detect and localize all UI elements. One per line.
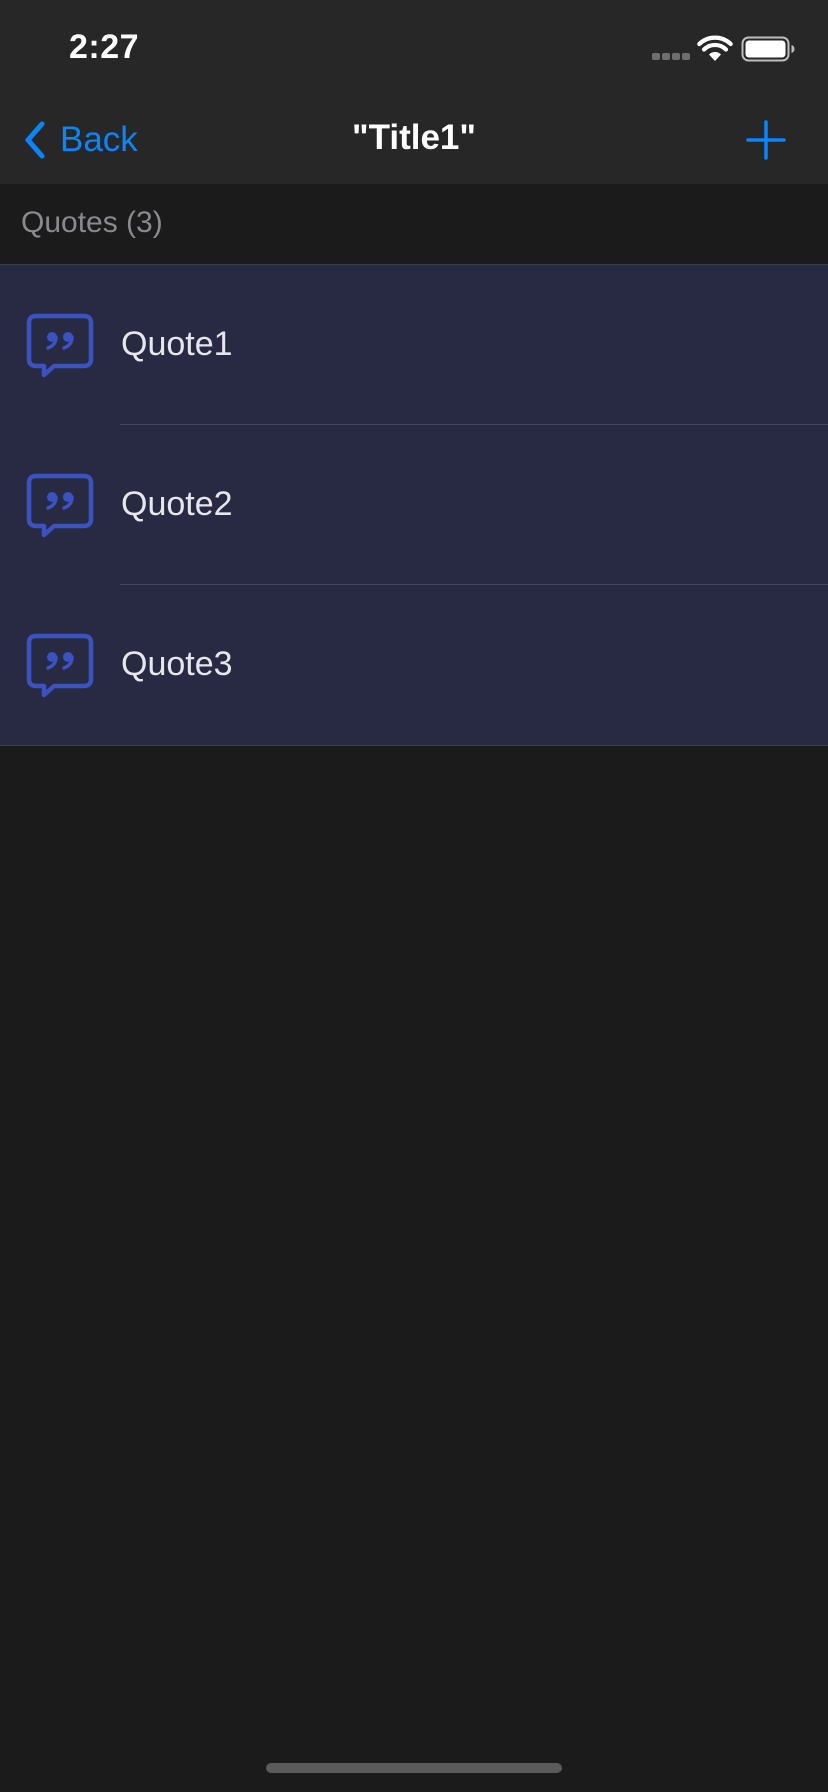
list-item[interactable]: Quote3 [0, 585, 828, 745]
navigation-bar: Back "Title1" [0, 94, 828, 184]
battery-icon [741, 36, 795, 62]
list-item[interactable]: Quote1 [0, 265, 828, 425]
section-title: Quotes (3) [21, 206, 163, 239]
screen: 2:27 Back "Title1" Quotes (3) Quote1 Quo… [0, 0, 828, 1792]
wifi-icon [697, 35, 733, 61]
status-bar: 2:27 [0, 0, 828, 94]
plus-icon[interactable] [744, 118, 788, 162]
list-item-label: Quote3 [121, 645, 233, 683]
status-time: 2:27 [69, 28, 140, 66]
page-title: "Title1" [352, 118, 476, 157]
home-indicator[interactable] [266, 1763, 562, 1773]
cellular-signal-icon [652, 53, 692, 61]
quotes-list: Quote1 Quote2 Quote3 [0, 264, 828, 746]
quote-bubble-icon [26, 473, 94, 538]
quote-bubble-icon [26, 313, 94, 378]
list-item-label: Quote2 [121, 485, 233, 523]
list-item-label: Quote1 [121, 325, 233, 363]
list-item[interactable]: Quote2 [0, 425, 828, 585]
quote-bubble-icon [26, 633, 94, 698]
section-header: Quotes (3) [0, 184, 828, 264]
